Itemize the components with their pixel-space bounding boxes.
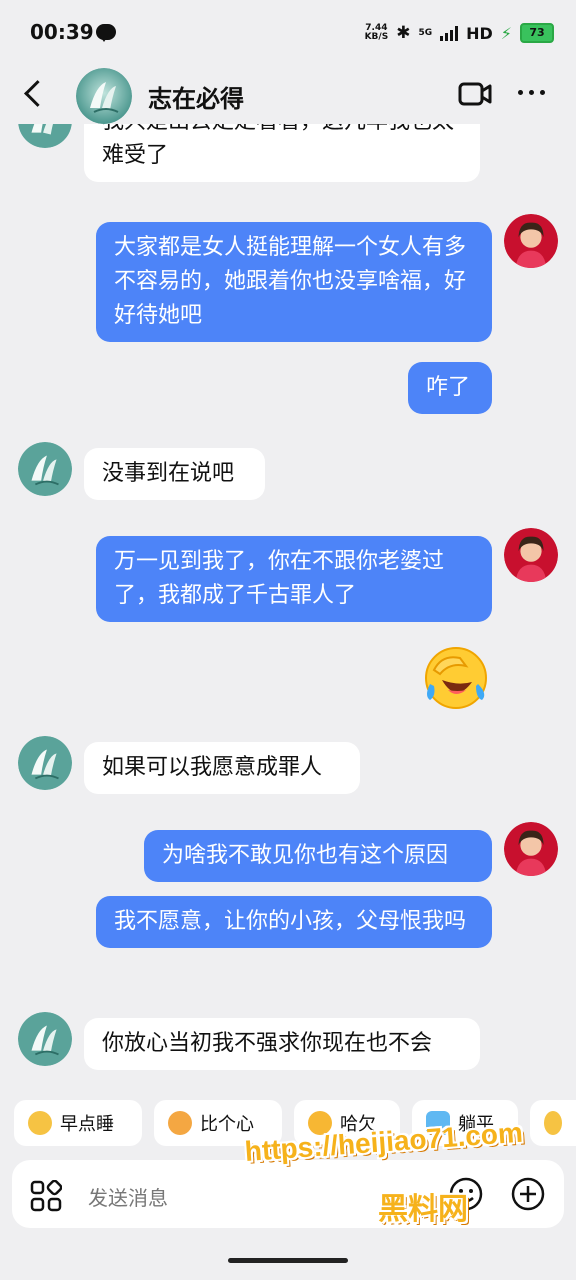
back-icon[interactable] <box>24 80 51 107</box>
contact-avatar[interactable] <box>18 736 72 790</box>
sleepy-emoji-icon <box>28 1111 52 1135</box>
contact-avatar[interactable] <box>76 68 132 124</box>
contact-avatar[interactable] <box>18 442 72 496</box>
network-type: 5G <box>418 28 433 38</box>
signal-icon <box>440 25 459 41</box>
apps-grid-icon[interactable] <box>30 1180 62 1212</box>
chat-title: 志在必得 <box>148 85 244 113</box>
bluetooth-icon: ✱ <box>396 23 411 43</box>
message-bubble-outgoing[interactable]: 为啥我不敢见你也有这个原因 <box>144 830 492 882</box>
quick-reply-label: 早点睡 <box>60 1114 114 1135</box>
watermark-brand: 黑料网 <box>378 1192 468 1227</box>
message-bubble-incoming[interactable]: 没事到在说吧 <box>84 448 265 500</box>
battery-icon: 73 <box>520 23 554 43</box>
emoji-icon <box>544 1111 562 1135</box>
message-bubble-outgoing[interactable]: 万一见到我了，你在不跟你老婆过了，我都成了千古罪人了 <box>96 536 492 622</box>
chat-notification-icon <box>96 24 116 42</box>
message-input[interactable]: 发送消息 <box>88 1182 168 1211</box>
message-bubble-outgoing[interactable]: 咋了 <box>408 362 492 414</box>
contact-avatar[interactable] <box>18 1012 72 1066</box>
user-avatar[interactable] <box>504 822 558 876</box>
status-bar: 00:39 7.44 KB/S ✱ 5G HD ⚡ 73 <box>0 0 576 66</box>
hd-indicator: HD <box>466 23 493 43</box>
user-avatar[interactable] <box>504 214 558 268</box>
message-bubble-outgoing[interactable]: 大家都是女人挺能理解一个女人有多不容易的，她跟着你也没享啥福，好好待她吧 <box>96 222 492 342</box>
home-indicator[interactable] <box>228 1258 348 1263</box>
user-avatar[interactable] <box>504 528 558 582</box>
quick-reply-label: 比个心 <box>200 1114 254 1135</box>
chat-header: 志在必得 <box>0 66 576 124</box>
message-bubble-incoming[interactable]: 你放心当初我不强求你现在也不会 <box>84 1018 480 1070</box>
more-options-icon[interactable] <box>518 90 545 95</box>
charging-icon: ⚡ <box>500 23 512 43</box>
crying-laughing-emoji[interactable] <box>420 640 492 712</box>
message-bubble-incoming[interactable]: 如果可以我愿意成罪人 <box>84 742 360 794</box>
network-speed-unit: KB/S <box>364 32 389 42</box>
heart-hands-emoji-icon <box>168 1111 192 1135</box>
watermark: https://heijiao71.com 黑料网 <box>244 1117 566 1236</box>
video-call-icon[interactable] <box>458 81 492 107</box>
status-time: 00:39 <box>30 20 94 44</box>
quick-reply-chip[interactable]: 早点睡 <box>14 1100 142 1146</box>
network-speed: 7.44 KB/S <box>365 24 389 42</box>
status-indicators: 7.44 KB/S ✱ 5G HD ⚡ 73 <box>365 18 554 48</box>
message-bubble-outgoing[interactable]: 我不愿意，让你的小孩，父母恨我吗 <box>96 896 492 948</box>
